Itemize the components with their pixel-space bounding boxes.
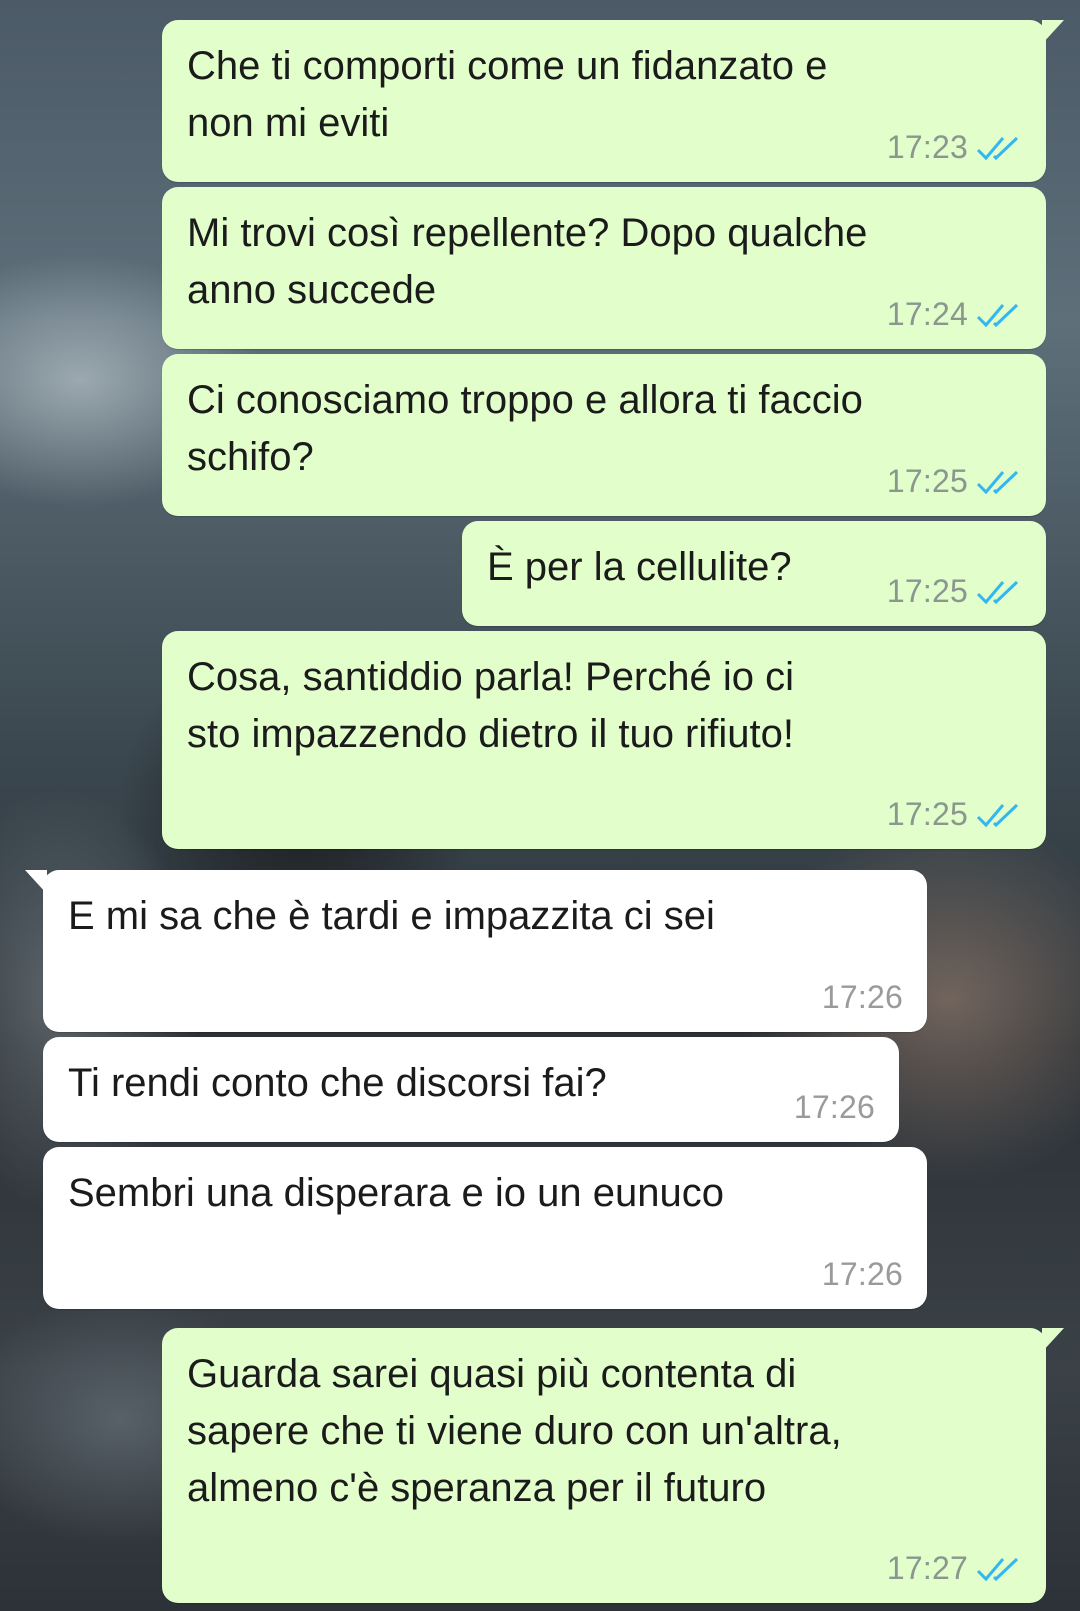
- message-meta: 17:26: [794, 1089, 875, 1126]
- message-bubble-outgoing[interactable]: Mi trovi così repellente? Dopo qualche a…: [162, 187, 1046, 349]
- message-meta: 17:26: [822, 1256, 903, 1293]
- chat-screen: { "messages": [ { "direction": "outgoing…: [0, 0, 1080, 1611]
- message-time: 17:23: [886, 129, 968, 165]
- message-meta: 17:23: [887, 129, 1022, 166]
- message-text: Cosa, santiddio parla! Perché io ci sto …: [187, 655, 794, 756]
- message-meta: 17:25: [887, 573, 1022, 610]
- bubble-tail: [1042, 1328, 1064, 1352]
- message-time: 17:25: [886, 463, 968, 499]
- message-bubble-incoming[interactable]: Ti rendi conto che discorsi fai? 17:26: [43, 1037, 899, 1142]
- message-meta: 17:24: [887, 296, 1022, 333]
- message-bubble-outgoing[interactable]: Cosa, santiddio parla! Perché io ci sto …: [162, 631, 1046, 849]
- message-time: 17:25: [886, 796, 968, 832]
- message-text: Ci conosciamo troppo e allora ti faccio …: [187, 378, 863, 479]
- double-check-read-icon: [976, 1557, 1019, 1581]
- message-time: 17:26: [821, 1256, 903, 1292]
- message-bubble-outgoing[interactable]: Guarda sarei quasi più contenta di saper…: [162, 1328, 1064, 1603]
- double-check-read-icon: [976, 303, 1019, 327]
- double-check-read-icon: [976, 580, 1019, 604]
- message-time: 17:27: [886, 1550, 968, 1586]
- message-text: Guarda sarei quasi più contenta di saper…: [187, 1352, 842, 1510]
- double-check-read-icon: [976, 470, 1019, 494]
- message-text: Mi trovi così repellente? Dopo qualche a…: [187, 211, 868, 312]
- message-meta: 17:25: [887, 463, 1022, 500]
- message-text: Ti rendi conto che discorsi fai?: [68, 1061, 607, 1105]
- message-bubble-outgoing[interactable]: Ci conosciamo troppo e allora ti faccio …: [162, 354, 1046, 516]
- message-bubble-incoming[interactable]: E mi sa che è tardi e impazzita ci sei 1…: [25, 870, 927, 1032]
- message-text: E mi sa che è tardi e impazzita ci sei: [68, 894, 715, 938]
- message-time: 17:26: [793, 1089, 875, 1125]
- bubble-tail: [1042, 20, 1064, 44]
- double-check-read-icon: [976, 136, 1019, 160]
- message-bubble-outgoing[interactable]: Che ti comporti come un fidanzato e non …: [162, 20, 1064, 182]
- message-meta: 17:27: [887, 1550, 1022, 1587]
- double-check-read-icon: [976, 803, 1019, 827]
- bubble-tail: [25, 870, 47, 894]
- message-text: È per la cellulite?: [487, 545, 792, 589]
- message-meta: 17:25: [887, 796, 1022, 833]
- message-bubble-incoming[interactable]: Sembri una disperara e io un eunuco 17:2…: [43, 1147, 927, 1309]
- message-time: 17:24: [886, 296, 968, 332]
- message-bubble-outgoing[interactable]: È per la cellulite? 17:25: [462, 521, 1046, 626]
- message-text: Sembri una disperara e io un eunuco: [68, 1171, 724, 1215]
- message-meta: 17:26: [822, 979, 903, 1016]
- message-time: 17:25: [886, 573, 968, 609]
- message-time: 17:26: [821, 979, 903, 1015]
- message-text: Che ti comporti come un fidanzato e non …: [187, 44, 828, 145]
